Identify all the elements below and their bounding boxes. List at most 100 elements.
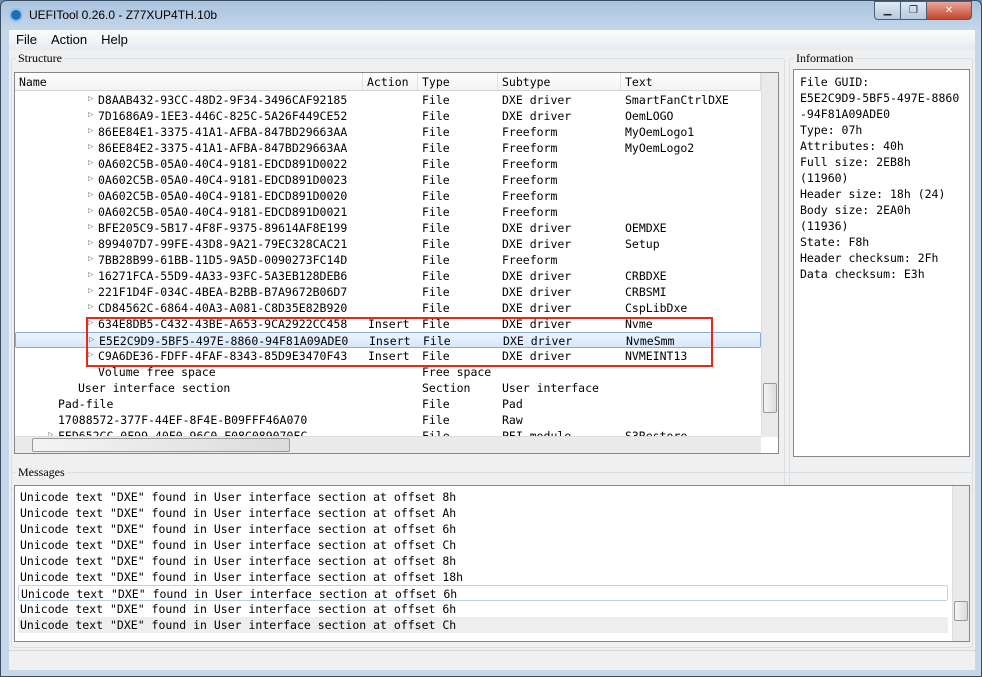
maximize-button[interactable]: ❐ (900, 1, 927, 20)
structure-tree[interactable]: Name Action Type Subtype Text ▷ D8AAB432-… (14, 72, 779, 454)
messages-list[interactable]: Unicode text "DXE" found in User interfa… (14, 485, 970, 642)
row-subtype: Pad (502, 397, 523, 411)
tree-row[interactable]: ▷ 16271FCA-55D9-4A33-93FC-5A3EB128DEB6 Fil… (15, 268, 761, 284)
row-type: File (422, 221, 450, 235)
menu-action[interactable]: Action (44, 30, 94, 50)
information-panel: File GUID: E5E2C9D9-5BF5-497E-8860 -94F81A… (793, 69, 970, 457)
info-line: Header checksum: 2Fh (800, 251, 939, 265)
row-subtype: Freeform (502, 189, 558, 203)
info-line: Full size: 2EB8h (800, 155, 911, 169)
row-subtype: Freeform (502, 157, 558, 171)
info-line: (11960) (800, 171, 849, 185)
minimize-button[interactable]: ▁ (874, 1, 901, 20)
column-header-name[interactable]: Name (15, 73, 363, 90)
info-line: File GUID: (800, 75, 870, 89)
row-subtype: Freeform (502, 253, 558, 267)
expand-arrow-icon[interactable]: ▷ (88, 206, 93, 216)
expand-arrow-icon[interactable]: ▷ (88, 222, 93, 232)
info-line: -94F81A09ADE0 (800, 107, 891, 121)
close-button[interactable]: ✕ (926, 1, 972, 20)
messages-label: Messages (16, 465, 67, 480)
expand-arrow-icon[interactable]: ▷ (88, 174, 93, 184)
tree-row[interactable]: ▷ 7BB28B99-61BB-11D5-9A5D-0090273FC14D Fil… (15, 252, 761, 268)
tree-row[interactable]: ▷ CD84562C-6864-40A3-A081-C8D35E82B920 Fil… (15, 300, 761, 316)
tree-row[interactable]: ▷ 0A602C5B-05A0-40C4-9181-EDCD891D0021 Fil… (15, 204, 761, 220)
row-type: File (422, 93, 450, 107)
expand-arrow-icon[interactable]: ▷ (88, 126, 93, 136)
scroll-thumb[interactable] (954, 601, 968, 621)
tree-row[interactable]: User interface section Section User interf… (15, 380, 761, 396)
column-header-subtype[interactable]: Subtype (498, 73, 621, 90)
info-line: Data checksum: E3h (800, 267, 925, 281)
message-item[interactable]: Unicode text "DXE" found in User interfa… (18, 553, 948, 569)
message-item[interactable]: Unicode text "DXE" found in User interfa… (18, 537, 948, 553)
row-type: File (422, 413, 450, 427)
expand-arrow-icon[interactable]: ▷ (88, 238, 93, 248)
scroll-thumb[interactable] (32, 438, 290, 452)
expand-arrow-icon[interactable]: ▷ (88, 142, 93, 152)
tree-row[interactable]: ▷ 7D1686A9-1EE3-446C-825C-5A26F449CE52 Fil… (15, 108, 761, 124)
row-text: CRBSMI (625, 285, 667, 299)
row-name: 7BB28B99-61BB-11D5-9A5D-0090273FC14D (98, 253, 348, 267)
row-text: MyOemLogo2 (625, 141, 695, 155)
expand-arrow-icon[interactable]: ▷ (88, 254, 93, 264)
menu-file[interactable]: File (9, 30, 44, 50)
expand-arrow-icon[interactable]: ▷ (88, 302, 93, 312)
row-subtype: DXE driver (502, 93, 572, 107)
message-item[interactable]: Unicode text "DXE" found in User interfa… (18, 505, 948, 521)
row-text: OemLOGO (625, 109, 674, 123)
message-item[interactable]: Unicode text "DXE" found in User interfa… (18, 569, 948, 585)
tree-row[interactable]: ▷ 86EE84E1-3375-41A1-AFBA-847BD29663AA Fil… (15, 124, 761, 140)
message-item[interactable]: Unicode text "DXE" found in User interfa… (18, 521, 948, 537)
tree-row[interactable]: ▷ 899407D7-99FE-43D8-9A21-79EC328CAC21 Fil… (15, 236, 761, 252)
row-subtype: Raw (502, 413, 523, 427)
tree-row[interactable]: ▷ 221F1D4F-034C-4BEA-B2BB-B7A9672B06D7 Fil… (15, 284, 761, 300)
scroll-thumb[interactable] (763, 383, 777, 413)
column-header-type[interactable]: Type (418, 73, 498, 90)
client-area: File Action Help Structure Name Action T… (9, 30, 975, 670)
window-title: UEFITool 0.26.0 - Z77XUP4TH.10b (29, 8, 218, 22)
tree-row[interactable]: ▷ BFE205C9-5B17-4F8F-9375-89614AF8E199 Fil… (15, 220, 761, 236)
row-type: File (422, 397, 450, 411)
expand-arrow-icon[interactable]: ▷ (88, 286, 93, 296)
tree-row[interactable]: 17088572-377F-44EF-8F4E-B09FFF46A070 File… (15, 412, 761, 428)
tree-vertical-scrollbar[interactable] (761, 73, 778, 437)
row-type: File (422, 141, 450, 155)
expand-arrow-icon[interactable]: ▷ (88, 94, 93, 104)
message-item[interactable]: Unicode text "DXE" found in User interfa… (18, 601, 948, 617)
tree-horizontal-scrollbar[interactable] (15, 436, 761, 453)
expand-arrow-icon[interactable]: ▷ (88, 158, 93, 168)
info-line: Type: 07h (800, 123, 863, 137)
message-item[interactable]: Unicode text "DXE" found in User interfa… (18, 585, 948, 601)
tree-row[interactable]: ▷ 86EE84E2-3375-41A1-AFBA-847BD29663AA Fil… (15, 140, 761, 156)
tree-row[interactable]: ▷ 0A602C5B-05A0-40C4-9181-EDCD891D0023 Fil… (15, 172, 761, 188)
highlight-box (86, 317, 713, 367)
message-item[interactable]: Unicode text "DXE" found in User interfa… (18, 489, 948, 505)
tree-row[interactable]: ▷ 0A602C5B-05A0-40C4-9181-EDCD891D0020 Fil… (15, 188, 761, 204)
row-subtype: DXE driver (502, 109, 572, 123)
messages-vertical-scrollbar[interactable] (952, 486, 969, 641)
info-line: Body size: 2EA0h (800, 203, 911, 217)
row-subtype: DXE driver (502, 237, 572, 251)
row-type: File (422, 109, 450, 123)
row-name: 0A602C5B-05A0-40C4-9181-EDCD891D0023 (98, 173, 348, 187)
app-window: UEFITool 0.26.0 - Z77XUP4TH.10b ▁ ❐ ✕ Fi… (0, 0, 982, 677)
message-item[interactable]: Unicode text "DXE" found in User interfa… (18, 617, 948, 633)
row-type: File (422, 189, 450, 203)
column-header-text[interactable]: Text (621, 73, 761, 90)
expand-arrow-icon[interactable]: ▷ (88, 270, 93, 280)
menu-help[interactable]: Help (94, 30, 135, 50)
row-name: 899407D7-99FE-43D8-9A21-79EC328CAC21 (98, 237, 348, 251)
tree-row[interactable]: Pad-file File Pad (15, 396, 761, 412)
expand-arrow-icon[interactable]: ▷ (88, 110, 93, 120)
row-name: 7D1686A9-1EE3-446C-825C-5A26F449CE52 (98, 109, 348, 123)
row-name: 0A602C5B-05A0-40C4-9181-EDCD891D0020 (98, 189, 348, 203)
status-bar (9, 650, 975, 670)
row-text: Setup (625, 237, 660, 251)
column-header-action[interactable]: Action (363, 73, 418, 90)
expand-arrow-icon[interactable]: ▷ (88, 190, 93, 200)
tree-row[interactable]: ▷ D8AAB432-93CC-48D2-9F34-3496CAF92185 Fil… (15, 92, 761, 108)
row-text: MyOemLogo1 (625, 125, 695, 139)
tree-row[interactable]: ▷ 0A602C5B-05A0-40C4-9181-EDCD891D0022 Fil… (15, 156, 761, 172)
row-subtype: DXE driver (502, 301, 572, 315)
